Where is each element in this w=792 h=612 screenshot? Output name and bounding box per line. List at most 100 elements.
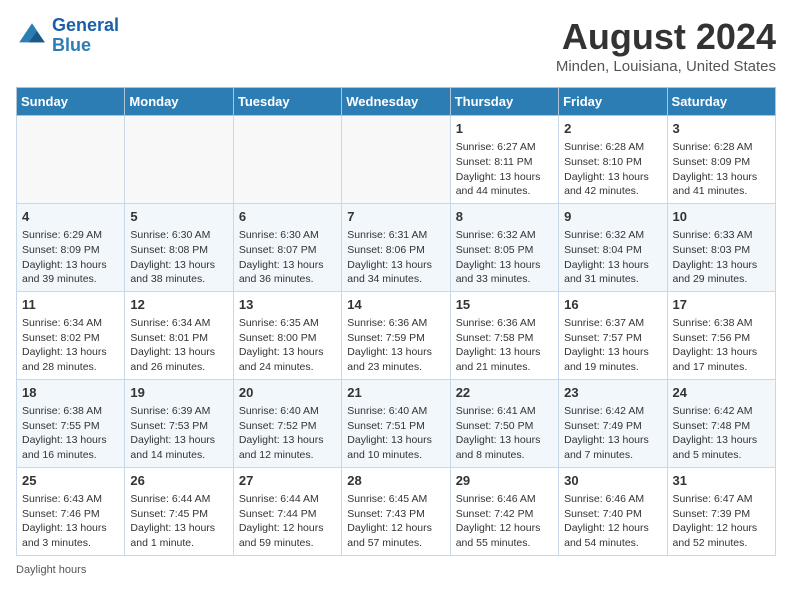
calendar-cell: 19 Sunrise: 6:39 AM Sunset: 7:53 PM Dayli… (125, 379, 233, 467)
calendar-cell: 24Sunrise: 6:42 AM Sunset: 7:48 PM Dayli… (667, 379, 775, 467)
calendar-cell: 14 Sunrise: 6:36 AM Sunset: 7:59 PM Dayli… (342, 291, 450, 379)
day-info: Sunrise: 6:44 AM Sunset: 7:44 PM Dayligh… (239, 492, 336, 551)
day-info: Sunrise: 6:42 AM Sunset: 7:49 PM Dayligh… (564, 404, 661, 463)
day-number: 7 (347, 208, 444, 226)
calendar-cell: 6 Sunrise: 6:30 AM Sunset: 8:07 PM Daylig… (233, 203, 341, 291)
day-number: 31 (673, 472, 770, 490)
calendar-cell (342, 116, 450, 204)
header-row: SundayMondayTuesdayWednesdayThursdayFrid… (17, 88, 776, 116)
calendar-cell: 16 Sunrise: 6:37 AM Sunset: 7:57 PM Dayli… (559, 291, 667, 379)
calendar-week-4: 18Sunrise: 6:38 AM Sunset: 7:55 PM Dayli… (17, 379, 776, 467)
calendar-cell: 23 Sunrise: 6:42 AM Sunset: 7:49 PM Dayli… (559, 379, 667, 467)
day-info: Sunrise: 6:39 AM Sunset: 7:53 PM Dayligh… (130, 404, 227, 463)
calendar-cell (17, 116, 125, 204)
calendar-cell: 31 Sunrise: 6:47 AM Sunset: 7:39 PM Dayli… (667, 467, 775, 555)
page-header: General Blue August 2024 Minden, Louisia… (16, 16, 776, 75)
day-info: Sunrise: 6:43 AM Sunset: 7:46 PM Dayligh… (22, 492, 119, 551)
day-info: Sunrise: 6:30 AM Sunset: 8:08 PM Dayligh… (130, 228, 227, 287)
day-number: 16 (564, 296, 661, 314)
page-title: August 2024 (556, 16, 776, 58)
calendar-cell: 15 Sunrise: 6:36 AM Sunset: 7:58 PM Dayli… (450, 291, 558, 379)
day-info: Sunrise: 6:47 AM Sunset: 7:39 PM Dayligh… (673, 492, 770, 551)
day-number: 2 (564, 120, 661, 138)
day-number: 21 (347, 384, 444, 402)
day-info: Sunrise: 6:41 AM Sunset: 7:50 PM Dayligh… (456, 404, 553, 463)
logo-icon (16, 20, 48, 52)
logo: General Blue (16, 16, 119, 56)
calendar-cell: 30 Sunrise: 6:46 AM Sunset: 7:40 PM Dayli… (559, 467, 667, 555)
day-number: 24 (673, 384, 770, 402)
title-block: August 2024 Minden, Louisiana, United St… (556, 16, 776, 75)
day-number: 23 (564, 384, 661, 402)
calendar-cell: 4 Sunrise: 6:29 AM Sunset: 8:09 PM Daylig… (17, 203, 125, 291)
day-info: Sunrise: 6:28 AM Sunset: 8:10 PM Dayligh… (564, 140, 661, 199)
day-info: Sunrise: 6:29 AM Sunset: 8:09 PM Dayligh… (22, 228, 119, 287)
calendar-cell: 1Sunrise: 6:27 AM Sunset: 8:11 PM Daylig… (450, 116, 558, 204)
day-number: 30 (564, 472, 661, 490)
day-number: 27 (239, 472, 336, 490)
column-header-friday: Friday (559, 88, 667, 116)
column-header-saturday: Saturday (667, 88, 775, 116)
day-number: 20 (239, 384, 336, 402)
day-info: Sunrise: 6:46 AM Sunset: 7:40 PM Dayligh… (564, 492, 661, 551)
day-number: 9 (564, 208, 661, 226)
day-number: 14 (347, 296, 444, 314)
column-header-wednesday: Wednesday (342, 88, 450, 116)
day-info: Sunrise: 6:31 AM Sunset: 8:06 PM Dayligh… (347, 228, 444, 287)
calendar-cell: 12Sunrise: 6:34 AM Sunset: 8:01 PM Dayli… (125, 291, 233, 379)
calendar-cell (125, 116, 233, 204)
column-header-thursday: Thursday (450, 88, 558, 116)
calendar-cell: 8 Sunrise: 6:32 AM Sunset: 8:05 PM Daylig… (450, 203, 558, 291)
calendar-cell: 26 Sunrise: 6:44 AM Sunset: 7:45 PM Dayli… (125, 467, 233, 555)
day-info: Sunrise: 6:34 AM Sunset: 8:02 PM Dayligh… (22, 316, 119, 375)
footer-label: Daylight hours (16, 564, 86, 576)
calendar-cell: 21 Sunrise: 6:40 AM Sunset: 7:51 PM Dayli… (342, 379, 450, 467)
day-number: 3 (673, 120, 770, 138)
day-number: 6 (239, 208, 336, 226)
day-info: Sunrise: 6:32 AM Sunset: 8:05 PM Dayligh… (456, 228, 553, 287)
day-number: 26 (130, 472, 227, 490)
day-info: Sunrise: 6:33 AM Sunset: 8:03 PM Dayligh… (673, 228, 770, 287)
calendar-cell: 17Sunrise: 6:38 AM Sunset: 7:56 PM Dayli… (667, 291, 775, 379)
calendar-cell: 27 Sunrise: 6:44 AM Sunset: 7:44 PM Dayli… (233, 467, 341, 555)
logo-line1: General (52, 15, 119, 35)
calendar-table: SundayMondayTuesdayWednesdayThursdayFrid… (16, 87, 776, 556)
day-info: Sunrise: 6:45 AM Sunset: 7:43 PM Dayligh… (347, 492, 444, 551)
day-number: 15 (456, 296, 553, 314)
day-info: Sunrise: 6:30 AM Sunset: 8:07 PM Dayligh… (239, 228, 336, 287)
calendar-cell: 20Sunrise: 6:40 AM Sunset: 7:52 PM Dayli… (233, 379, 341, 467)
day-info: Sunrise: 6:28 AM Sunset: 8:09 PM Dayligh… (673, 140, 770, 199)
calendar-cell: 2 Sunrise: 6:28 AM Sunset: 8:10 PM Daylig… (559, 116, 667, 204)
day-number: 5 (130, 208, 227, 226)
day-number: 12 (130, 296, 227, 314)
day-info: Sunrise: 6:36 AM Sunset: 7:58 PM Dayligh… (456, 316, 553, 375)
day-number: 8 (456, 208, 553, 226)
day-number: 19 (130, 384, 227, 402)
calendar-cell: 7 Sunrise: 6:31 AM Sunset: 8:06 PM Daylig… (342, 203, 450, 291)
day-number: 10 (673, 208, 770, 226)
day-info: Sunrise: 6:27 AM Sunset: 8:11 PM Dayligh… (456, 140, 553, 199)
day-info: Sunrise: 6:36 AM Sunset: 7:59 PM Dayligh… (347, 316, 444, 375)
calendar-cell: 29 Sunrise: 6:46 AM Sunset: 7:42 PM Dayli… (450, 467, 558, 555)
day-info: Sunrise: 6:44 AM Sunset: 7:45 PM Dayligh… (130, 492, 227, 551)
calendar-cell: 9 Sunrise: 6:32 AM Sunset: 8:04 PM Daylig… (559, 203, 667, 291)
day-info: Sunrise: 6:38 AM Sunset: 7:55 PM Dayligh… (22, 404, 119, 463)
logo-line2: Blue (52, 35, 91, 55)
day-number: 4 (22, 208, 119, 226)
column-header-tuesday: Tuesday (233, 88, 341, 116)
day-info: Sunrise: 6:37 AM Sunset: 7:57 PM Dayligh… (564, 316, 661, 375)
day-number: 28 (347, 472, 444, 490)
day-number: 11 (22, 296, 119, 314)
day-info: Sunrise: 6:40 AM Sunset: 7:51 PM Dayligh… (347, 404, 444, 463)
calendar-cell: 28 Sunrise: 6:45 AM Sunset: 7:43 PM Dayli… (342, 467, 450, 555)
day-number: 29 (456, 472, 553, 490)
footer: Daylight hours (16, 564, 776, 576)
page-subtitle: Minden, Louisiana, United States (556, 58, 776, 75)
day-info: Sunrise: 6:32 AM Sunset: 8:04 PM Dayligh… (564, 228, 661, 287)
day-info: Sunrise: 6:46 AM Sunset: 7:42 PM Dayligh… (456, 492, 553, 551)
calendar-cell: 13Sunrise: 6:35 AM Sunset: 8:00 PM Dayli… (233, 291, 341, 379)
day-info: Sunrise: 6:38 AM Sunset: 7:56 PM Dayligh… (673, 316, 770, 375)
calendar-cell: 18Sunrise: 6:38 AM Sunset: 7:55 PM Dayli… (17, 379, 125, 467)
calendar-week-5: 25Sunrise: 6:43 AM Sunset: 7:46 PM Dayli… (17, 467, 776, 555)
column-header-monday: Monday (125, 88, 233, 116)
